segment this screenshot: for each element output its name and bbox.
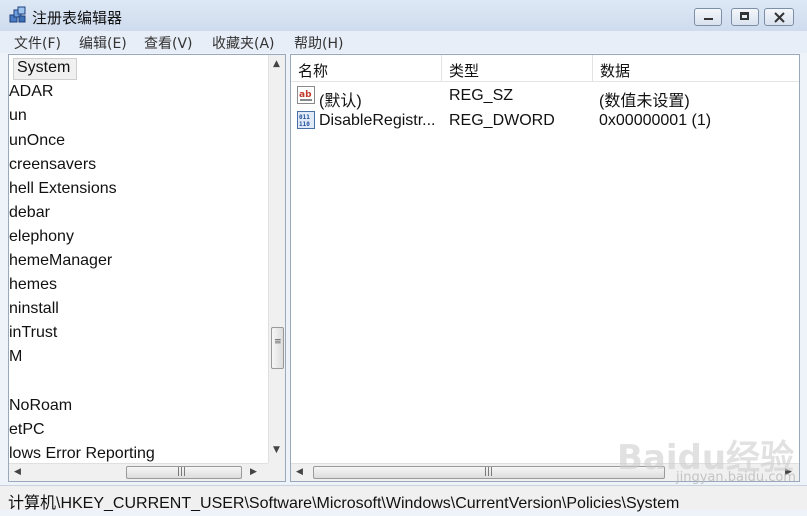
tree-item[interactable]: elephony [9,228,74,246]
scroll-down-icon[interactable]: ▼ [273,445,280,455]
tree-item[interactable]: ADAR [9,83,53,101]
string-value-icon: ab [297,86,315,104]
value-data: (数值未设置) [599,93,690,110]
maximize-button[interactable] [731,8,759,26]
scroll-up-icon[interactable]: ▲ [273,59,280,69]
tree-item[interactable]: hemeManager [9,252,112,270]
tree-item[interactable]: unOnce [9,132,65,150]
regedit-app-icon [9,6,26,23]
svg-text:110: 110 [299,121,310,128]
menu-edit[interactable]: 编辑(E) [79,33,127,53]
tree-item[interactable]: un [9,107,27,125]
header-divider [291,81,799,82]
value-data: 0x00000001 (1) [599,112,712,129]
maximize-icon [740,12,749,20]
tree-item[interactable]: lows Error Reporting [9,445,155,463]
title-bar[interactable]: 注册表编辑器 [0,0,807,31]
minimize-icon [704,18,713,20]
current-key-path: 计算机\HKEY_CURRENT_USER\Software\Microsoft… [8,495,680,512]
value-name[interactable]: (默认) [319,87,362,111]
menu-favorites[interactable]: 收藏夹(A) [212,33,275,53]
value-list-pane[interactable]: 名称 类型 数据 ab (默认) REG_SZ (数值未设置) 011 110 … [290,54,800,482]
svg-text:ab: ab [299,90,312,100]
tree-horizontal-scroll-thumb[interactable]: ||| [126,466,242,479]
menu-bar: 文件(F) 编辑(E) 查看(V) 收藏夹(A) 帮助(H) [0,31,807,53]
close-button[interactable] [764,8,794,26]
column-header-type[interactable]: 类型 [442,55,593,81]
grip-icon: ||| [177,467,187,477]
tree-vertical-scroll-thumb[interactable]: ≡ [271,327,284,369]
tree-item[interactable]: ninstall [9,300,59,318]
binary-value-icon: 011 110 [297,111,315,129]
status-bar: 计算机\HKEY_CURRENT_USER\Software\Microsoft… [0,485,807,512]
tree-item[interactable]: inTrust [9,324,57,342]
scroll-left-icon[interactable]: ◀ [296,467,303,477]
tree-item[interactable]: creensavers [9,156,96,174]
menu-view[interactable]: 查看(V) [144,33,193,53]
key-tree-pane[interactable]: System ADAR un unOnce creensavers hell E… [8,54,286,482]
scroll-right-icon[interactable]: ▶ [250,467,257,477]
grip-icon: ||| [484,467,494,477]
tree-vertical-scrollbar[interactable]: ▲ ≡ ▼ [268,55,285,464]
column-header-data[interactable]: 数据 [593,55,799,81]
menu-help[interactable]: 帮助(H) [294,33,343,53]
tree-item[interactable]: NoRoam [9,397,72,415]
baidu-watermark-url: jingyan.baidu.com [676,470,796,485]
minimize-button[interactable] [694,8,722,26]
scroll-left-icon[interactable]: ◀ [14,467,21,477]
scrollbar-corner [268,463,285,481]
tree-item[interactable]: hell Extensions [9,180,117,198]
window-title: 注册表编辑器 [32,9,123,27]
list-horizontal-scroll-thumb[interactable]: ||| [313,466,665,479]
close-icon [774,12,785,23]
value-type: REG_DWORD [449,112,555,129]
tree-horizontal-scrollbar[interactable]: ◀ ||| ▶ [9,463,270,481]
column-header-name[interactable]: 名称 [291,55,442,81]
svg-text:011: 011 [299,114,310,121]
tree-item[interactable]: debar [9,204,50,222]
value-name[interactable]: DisableRegistr... [319,112,436,130]
tree-item[interactable]: M [9,348,22,366]
tree-item[interactable]: hemes [9,276,57,294]
tree-item-system[interactable]: System [17,59,70,77]
value-type: REG_SZ [449,87,514,104]
tree-item[interactable]: etPC [9,421,45,439]
grip-icon: ≡ [274,337,282,347]
menu-file[interactable]: 文件(F) [14,33,61,53]
